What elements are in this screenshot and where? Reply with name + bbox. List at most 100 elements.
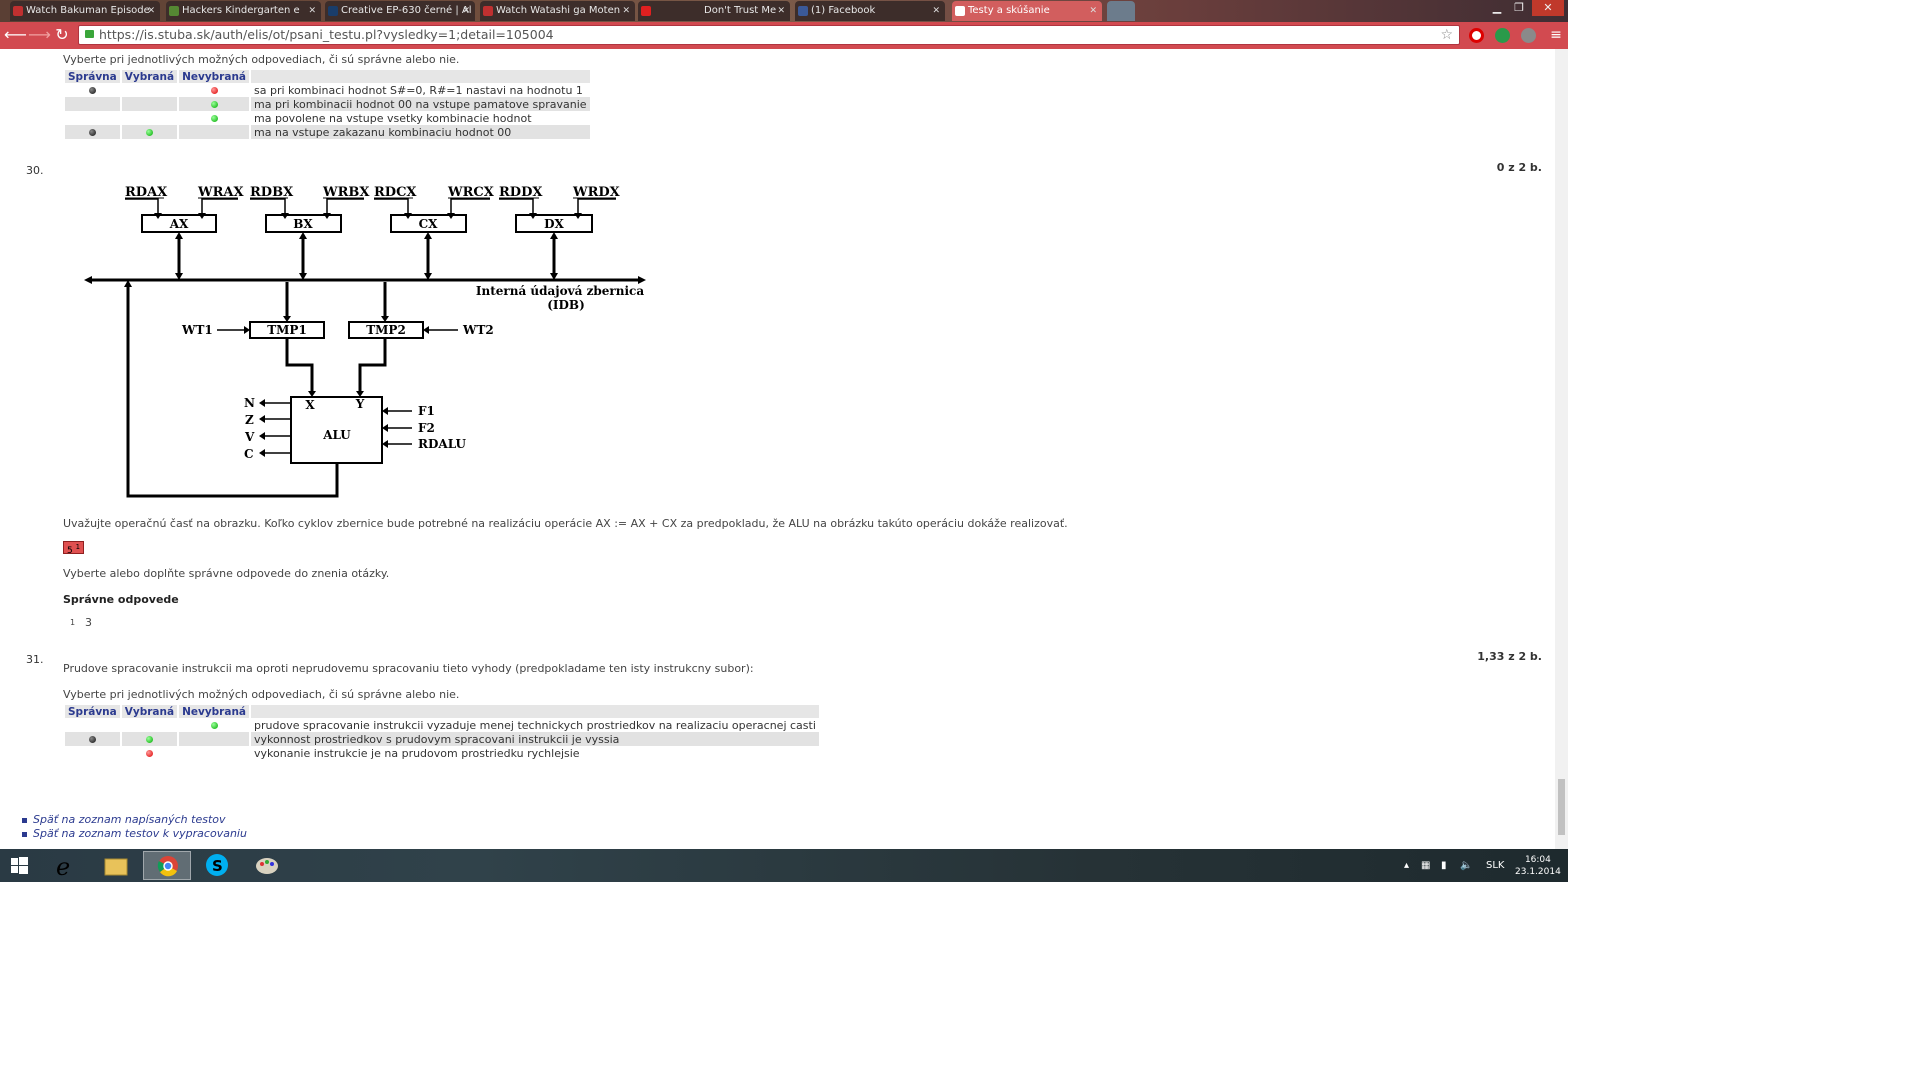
tab-label: (1) Facebook: [811, 5, 876, 16]
tab-hackers[interactable]: Hackers Kindergarten e ✕: [166, 1, 321, 21]
wrong-marker-icon: [145, 750, 153, 757]
power-icon[interactable]: ▮: [1441, 849, 1447, 882]
table-row: prudove spracovanie instrukcii vyzaduje …: [65, 718, 819, 732]
language-indicator[interactable]: SLK: [1486, 849, 1504, 882]
tab-strip: Watch Bakuman Episode ✕ Hackers Kinderga…: [0, 0, 1568, 22]
question-number: 30.: [26, 164, 44, 177]
maximize-button[interactable]: ❐: [1508, 0, 1530, 16]
windows-logo-icon: [11, 857, 28, 874]
paint-icon[interactable]: [243, 851, 291, 880]
table-row: ma povolene na vstupe vsetky kombinacie …: [65, 111, 590, 125]
tab-favicon-icon: [328, 6, 338, 16]
address-bar[interactable]: https://is.stuba.sk/auth/elis/ot/psani_t…: [78, 25, 1460, 45]
col-vybrana: Vybraná: [121, 705, 178, 718]
alu-y-label: Y: [355, 397, 365, 411]
link-text: Späť na zoznam napísaných testov: [33, 813, 226, 826]
windows-taskbar: e S ▴ ▦ ▮ 🔈 SLK 16:04 23.1.2014: [0, 849, 1568, 882]
bookmark-star-icon[interactable]: ☆: [1440, 26, 1453, 44]
tab-watashi[interactable]: Watch Watashi ga Moten ✕: [480, 1, 635, 21]
bullet-icon: [22, 831, 27, 837]
new-tab-button[interactable]: [1107, 1, 1135, 21]
bus-label-abbr: (IDB): [547, 298, 585, 312]
q30-instruction: Vyberte alebo doplňte správne odpovede d…: [63, 567, 390, 580]
adblock-icon[interactable]: [1469, 28, 1484, 43]
bus-label: Interná údajová zbernica: [476, 284, 644, 298]
clock-date: 23.1.2014: [1515, 867, 1561, 877]
wt1-label: WT1: [181, 323, 213, 337]
col-text: [251, 70, 590, 83]
page-scrollbar[interactable]: [1555, 49, 1568, 849]
tab-creative[interactable]: Creative EP-630 černé | Al ✕: [325, 1, 475, 21]
correct-marker-icon: [88, 736, 96, 743]
correct-answer-value: 3: [85, 616, 92, 629]
back-to-pending-tests-link[interactable]: Späť na zoznam testov k vypracovaniu: [22, 827, 247, 840]
tab-close-icon[interactable]: ✕: [622, 1, 630, 21]
chrome-icon[interactable]: [143, 851, 191, 880]
correct-answers-heading: Správne odpovede: [63, 593, 179, 606]
tab-bakuman[interactable]: Watch Bakuman Episode ✕: [10, 1, 160, 21]
tab-testy[interactable]: Testy a skúšanie ✕: [952, 1, 1102, 21]
svg-text:S: S: [212, 857, 223, 875]
ok-marker-icon: [145, 736, 153, 743]
register-label: DX: [544, 217, 564, 231]
tab-label: Testy a skúšanie: [968, 5, 1050, 16]
minimize-button[interactable]: ▁: [1486, 0, 1508, 16]
tab-close-icon[interactable]: ✕: [932, 1, 940, 21]
wt2-label: WT2: [462, 323, 494, 337]
internet-explorer-icon[interactable]: e: [42, 851, 90, 881]
answer-text: ma povolene na vstupe vsetky kombinacie …: [254, 111, 532, 125]
file-explorer-icon[interactable]: [92, 851, 140, 880]
table-row: vykonnost prostriedkov s prudovym spraco…: [65, 732, 819, 746]
tab-close-icon[interactable]: ✕: [147, 1, 155, 21]
tab-facebook[interactable]: (1) Facebook ✕: [795, 1, 945, 21]
q31-answer-table: Správna Vybraná Nevybraná prudove spraco…: [63, 705, 821, 760]
control-label: RDALU: [418, 437, 466, 451]
tab-favicon-icon: [169, 6, 179, 16]
col-vybrana: Vybraná: [121, 70, 178, 83]
q29-answer-table: Správna Vybraná Nevybraná sa pri kombina…: [63, 70, 592, 139]
network-icon[interactable]: ▦: [1421, 849, 1430, 882]
tab-close-icon[interactable]: ✕: [777, 1, 785, 21]
back-button[interactable]: ⟵: [4, 25, 27, 45]
menu-icon[interactable]: ≡: [1546, 25, 1566, 45]
question-number: 31.: [26, 653, 44, 666]
extension-icon[interactable]: [1521, 28, 1536, 43]
given-answer: 5: [67, 546, 73, 556]
close-window-button[interactable]: ✕: [1532, 0, 1564, 16]
col-spravna: Správna: [65, 705, 120, 718]
register-label: BX: [293, 217, 313, 231]
skype-icon[interactable]: S: [193, 851, 241, 880]
start-button[interactable]: [0, 851, 48, 880]
link-text: Späť na zoznam testov k vypracovaniu: [33, 827, 247, 840]
wrong-marker-icon: [210, 87, 218, 94]
scrollbar-thumb[interactable]: [1558, 779, 1565, 835]
register-label: CX: [419, 217, 439, 231]
cpu-datapath-diagram: RDAX WRAX RDBX WRBX RDCX WRCX RDDX WRDX …: [84, 185, 646, 498]
volume-icon[interactable]: 🔈: [1460, 849, 1472, 882]
clock-time: 16:04: [1524, 855, 1551, 865]
tab-label: Creative EP-630 černé | Al: [341, 5, 472, 16]
answer-index: 1: [75, 543, 81, 551]
control-label: F2: [418, 421, 435, 435]
tab-favicon-icon: [483, 6, 493, 16]
q29-instruction: Vyberte pri jednotlivých možných odpoved…: [63, 53, 460, 66]
tab-youtube[interactable]: Don't Trust Me ✕: [638, 1, 790, 21]
question-score: 0 z 2 b.: [1496, 161, 1542, 174]
page-content: Vyberte pri jednotlivých možných odpoved…: [0, 49, 1555, 849]
show-hidden-icons-icon[interactable]: ▴: [1404, 849, 1409, 882]
tab-label: Don't Trust Me: [704, 5, 777, 16]
back-to-written-tests-link[interactable]: Späť na zoznam napísaných testov: [22, 813, 226, 826]
reload-button[interactable]: ↻: [52, 25, 72, 45]
forward-button[interactable]: ⟶: [28, 25, 51, 45]
tab-close-icon[interactable]: ✕: [462, 1, 470, 21]
tab-label: Watch Bakuman Episode: [26, 5, 150, 16]
correct-answer-index: 1: [70, 618, 76, 627]
table-row: ma pri kombinacii hodnot 00 na vstupe pa…: [65, 97, 590, 111]
q31-question: Prudove spracovanie instrukcii ma oproti…: [63, 662, 754, 675]
extension-icon[interactable]: [1495, 28, 1510, 43]
tab-close-icon[interactable]: ✕: [308, 1, 316, 21]
clock[interactable]: 16:04 23.1.2014: [1515, 854, 1561, 878]
tab-close-icon[interactable]: ✕: [1089, 1, 1097, 21]
browser-toolbar: ⟵ ⟶ ↻ https://is.stuba.sk/auth/elis/ot/p…: [0, 22, 1568, 49]
answer-text: ma na vstupe zakazanu kombinaciu hodnot …: [251, 125, 590, 139]
